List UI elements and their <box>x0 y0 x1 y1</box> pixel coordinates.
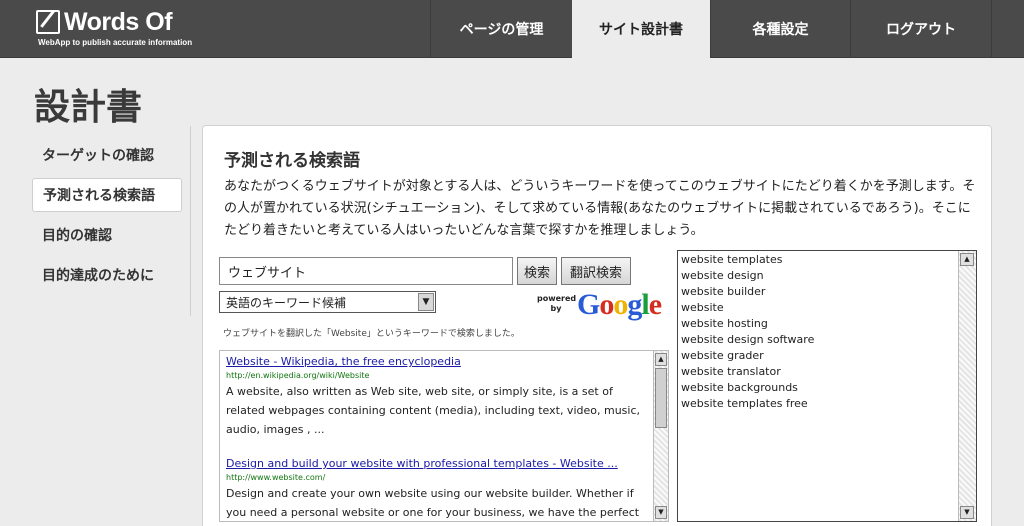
keyword-item[interactable]: website hosting <box>681 316 976 332</box>
sidebar-item-search-terms[interactable]: 予測される検索語 <box>32 178 182 212</box>
nav-site-spec[interactable]: サイト設計書 <box>572 0 710 58</box>
scroll-down-icon[interactable]: ▼ <box>960 506 974 519</box>
search-results-list[interactable]: Website - Wikipedia, the free encycloped… <box>219 350 669 522</box>
keyword-language-select[interactable]: 英語のキーワード候補 ▼ <box>219 291 436 313</box>
keyword-item[interactable]: website grader <box>681 348 976 364</box>
scroll-down-icon[interactable]: ▼ <box>655 506 667 519</box>
keyword-item[interactable]: website design software <box>681 332 976 348</box>
select-value: 英語のキーワード候補 <box>226 296 347 310</box>
search-button[interactable]: 検索 <box>517 257 557 285</box>
google-letter: e <box>648 288 662 321</box>
search-input[interactable] <box>219 257 513 285</box>
google-wordmark: Google <box>577 288 662 322</box>
logo-text: Words Of <box>64 8 173 36</box>
keyword-item[interactable]: website builder <box>681 284 976 300</box>
result-snippet: A website, also written as Web site, web… <box>226 385 640 436</box>
keyword-list: website templates website design website… <box>678 251 976 412</box>
section-title: 予測される検索語 <box>224 151 360 171</box>
powered-by-label: powered by <box>537 294 577 313</box>
nav-page-management[interactable]: ページの管理 <box>430 0 572 58</box>
scroll-thumb[interactable] <box>655 368 667 428</box>
sidebar-item-achievement[interactable]: 目的達成のために <box>32 258 182 292</box>
main-panel: 予測される検索語 あなたがつくるウェブサイトが対象とする人は、どういうキーワード… <box>202 125 992 526</box>
top-bar: Words Of WebApp to publish accurate info… <box>0 0 1024 58</box>
keywords-scrollbar[interactable]: ▲ ▼ <box>958 251 976 521</box>
result-title-link[interactable]: Website - Wikipedia, the free encycloped… <box>226 355 646 368</box>
result-url: http://www.website.com/ <box>226 473 326 482</box>
sidebar: ターゲットの確認 予測される検索語 目的の確認 目的達成のために <box>32 138 182 298</box>
powered-by-google-logo: powered by Google <box>537 288 667 324</box>
nav-logout[interactable]: ログアウト <box>850 0 992 58</box>
chevron-down-icon[interactable]: ▼ <box>418 293 434 311</box>
google-letter: l <box>641 288 649 321</box>
google-letter: o <box>613 288 628 321</box>
sidebar-item-target[interactable]: ターゲットの確認 <box>32 138 182 172</box>
scroll-up-icon[interactable]: ▲ <box>655 353 667 366</box>
keyword-item[interactable]: website templates free <box>681 396 976 412</box>
logo[interactable]: Words Of WebApp to publish accurate info… <box>36 8 196 50</box>
nav-settings[interactable]: 各種設定 <box>710 0 850 58</box>
results-scrollbar[interactable]: ▲ ▼ <box>653 351 668 521</box>
google-letter: o <box>599 288 614 321</box>
logo-tagline: WebApp to publish accurate information <box>38 38 193 47</box>
search-note: ウェブサイトを翻訳した「Website」というキーワードで検索しました。 <box>223 329 520 339</box>
section-description: あなたがつくるウェブサイトが対象とする人は、どういうキーワードを使ってこのウェブ… <box>224 179 976 238</box>
keyword-item[interactable]: website <box>681 300 976 316</box>
result-url: http://en.wikipedia.org/wiki/Website <box>226 371 370 380</box>
search-result: Website - Wikipedia, the free encycloped… <box>226 355 646 439</box>
result-snippet: Design and create your own website using… <box>226 487 640 519</box>
keyword-item[interactable]: website backgrounds <box>681 380 976 396</box>
keyword-item[interactable]: website templates <box>681 252 976 268</box>
google-letter: G <box>577 288 600 321</box>
sidebar-divider <box>190 126 191 316</box>
keyword-item[interactable]: website design <box>681 268 976 284</box>
keyword-item[interactable]: website translator <box>681 364 976 380</box>
search-result: Design and build your website with profe… <box>226 457 646 521</box>
logo-pen-icon <box>36 10 60 34</box>
google-letter: g <box>627 288 642 321</box>
page-title: 設計書 <box>34 87 143 128</box>
sidebar-item-purpose[interactable]: 目的の確認 <box>32 218 182 252</box>
keyword-candidates-list[interactable]: website templates website design website… <box>677 250 977 522</box>
translate-search-button[interactable]: 翻訳検索 <box>561 257 631 285</box>
scroll-up-icon[interactable]: ▲ <box>960 253 974 266</box>
result-title-link[interactable]: Design and build your website with profe… <box>226 457 646 470</box>
